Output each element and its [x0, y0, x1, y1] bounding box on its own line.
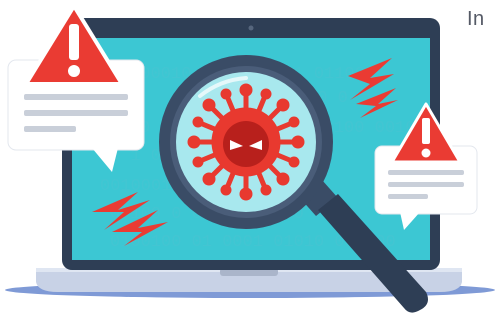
virus-icon: [187, 83, 305, 201]
webcam: [248, 25, 254, 31]
malware-detection-illustration: 1100010 01 01 0101 011000 010 0 1 0000 0…: [5, 4, 495, 313]
